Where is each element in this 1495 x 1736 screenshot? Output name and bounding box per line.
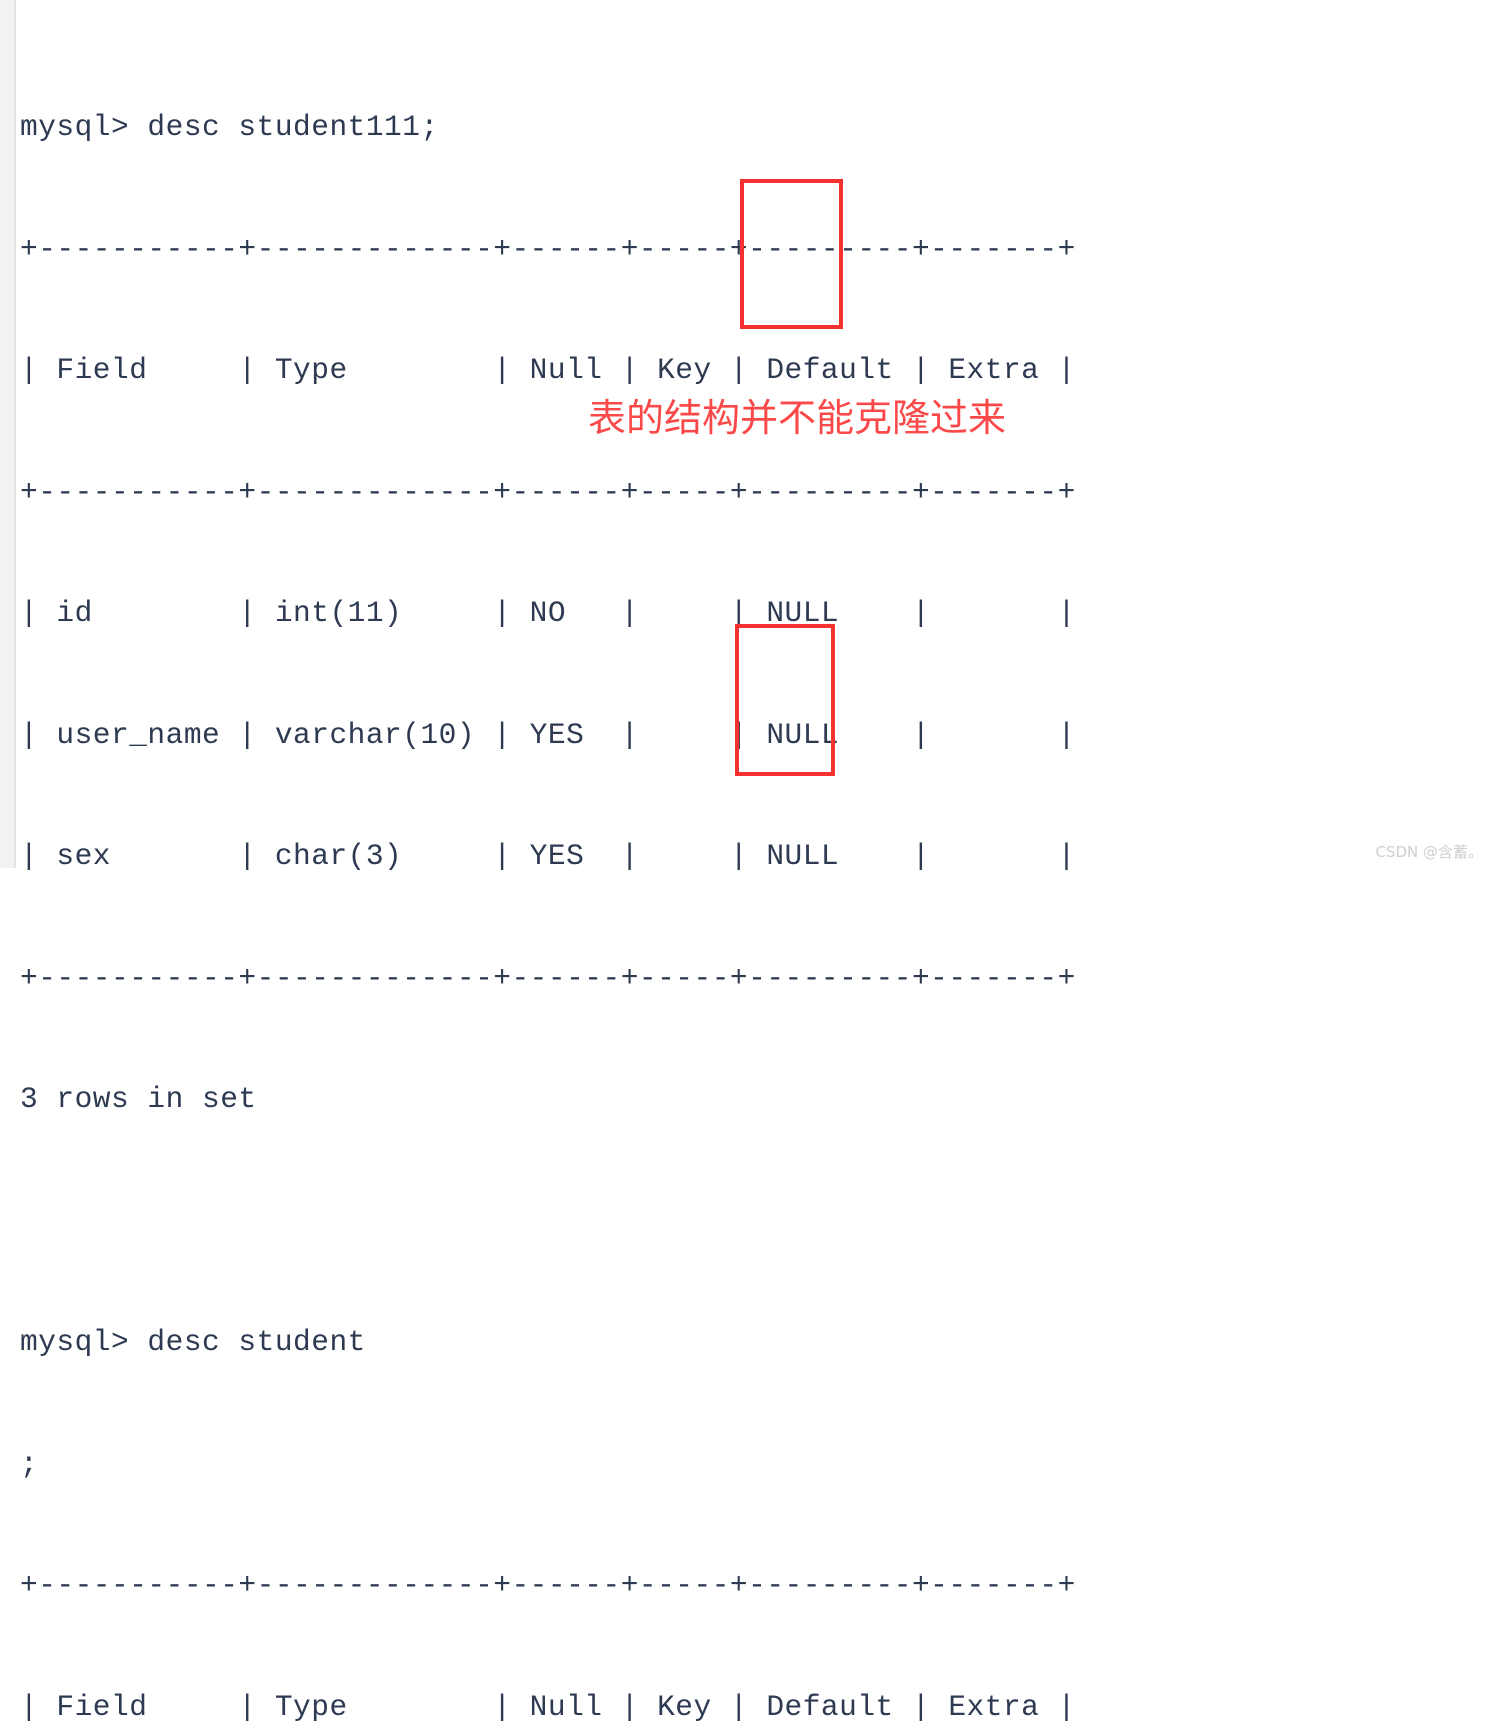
terminal-line-rule-top-1: +-----------+-------------+------+-----+… xyxy=(20,231,1076,266)
terminal-line-rule-bot-1: +-----------+-------------+------+-----+… xyxy=(20,960,1076,995)
annotation-text: 表的结构并不能克隆过来 xyxy=(588,396,1007,440)
code-block-gutter xyxy=(0,0,16,868)
table-row: | user_name | varchar(10) | YES | | NULL… xyxy=(20,717,1076,752)
terminal-line-header-2: | Field | Type | Null | Key | Default | … xyxy=(20,1689,1076,1724)
terminal-line-command-1: mysql> desc student111; xyxy=(20,110,439,144)
table-row: | id | int(11) | NO | | NULL | | xyxy=(20,596,1076,630)
terminal-line-semicolon: ; xyxy=(20,1446,39,1481)
table-row: | sex | char(3) | YES | | NULL | | xyxy=(20,839,1076,873)
terminal-line-footer-1: 3 rows in set xyxy=(20,1082,257,1116)
csdn-watermark: CSDN @含蓄。 xyxy=(1375,843,1483,861)
terminal-line-rule-top-2: +-----------+-------------+------+-----+… xyxy=(20,1568,1076,1602)
terminal-line-rule-mid-1: +-----------+-------------+------+-----+… xyxy=(20,474,1076,509)
terminal-line-command-2: mysql> desc student xyxy=(20,1325,366,1359)
terminal-line-header-1: | Field | Type | Null | Key | Default | … xyxy=(20,353,1076,387)
terminal-output: mysql> desc student111; +-----------+---… xyxy=(20,26,1460,1736)
